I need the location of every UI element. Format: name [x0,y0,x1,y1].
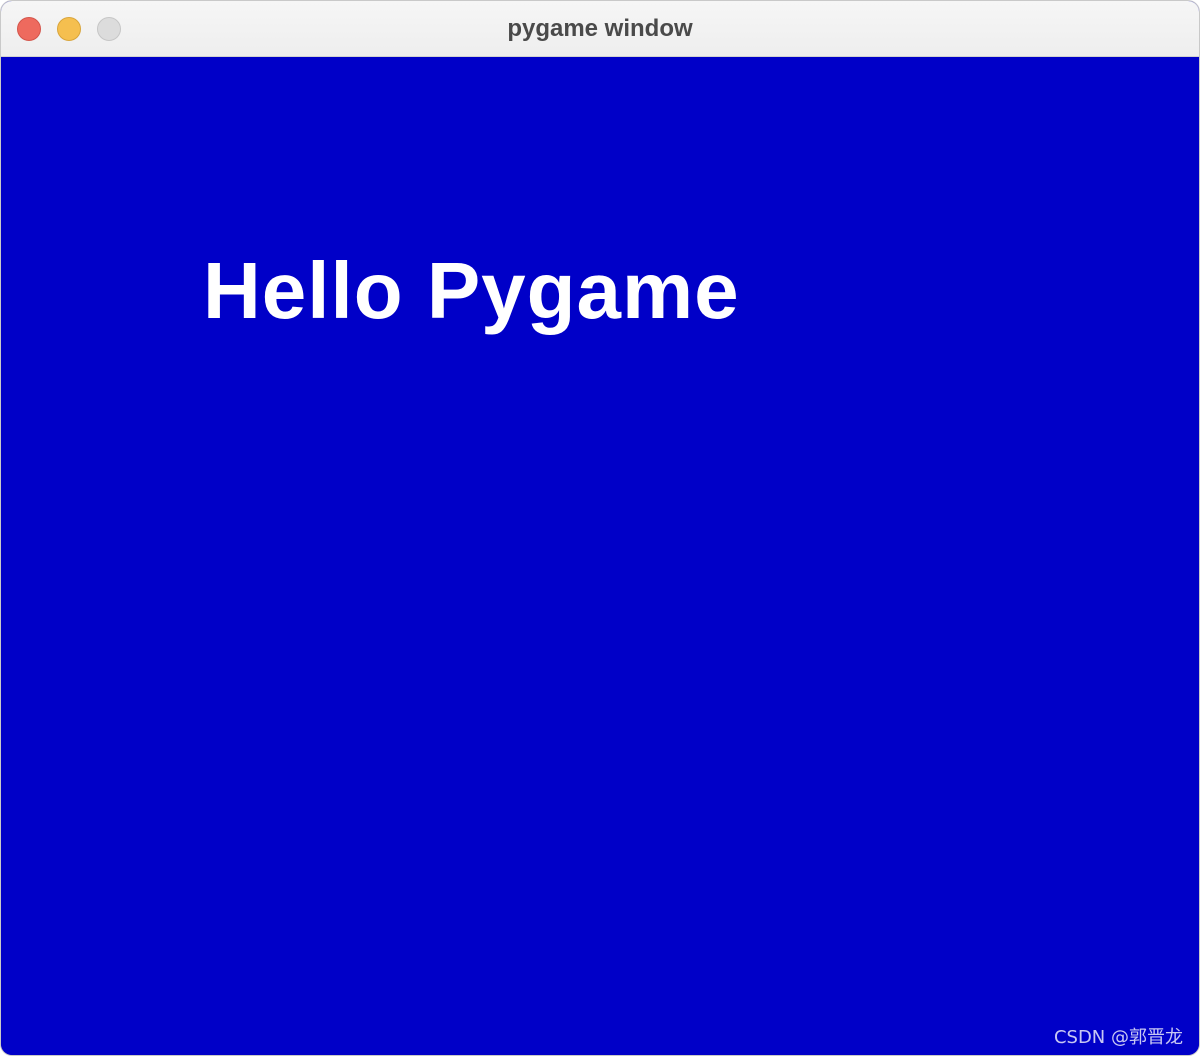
title-bar[interactable]: pygame window [1,1,1199,57]
game-canvas[interactable]: Hello Pygame CSDN @郭晋龙 [1,57,1199,1055]
window-title: pygame window [507,15,693,42]
hello-text: Hello Pygame [203,246,740,335]
pygame-window: pygame window Hello Pygame CSDN @郭晋龙 [0,0,1200,1056]
watermark: CSDN @郭晋龙 [1053,1027,1183,1048]
